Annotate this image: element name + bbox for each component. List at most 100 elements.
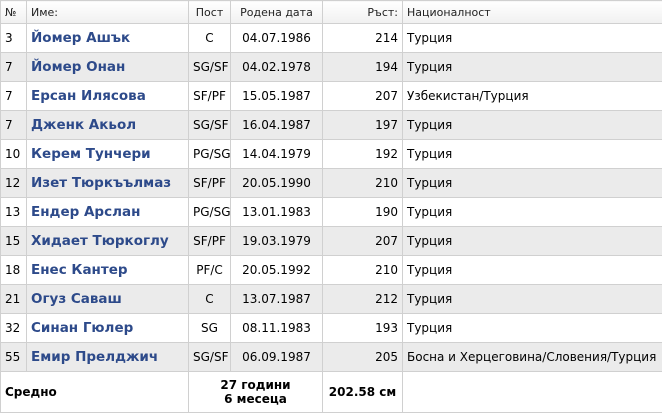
table-row: 12 Изет Тюркъълмаз SF/PF 20.05.1990 210 …: [0, 168, 662, 198]
column-header-nationality: Националност: [402, 0, 662, 24]
table-row: 7 Йомер Онан SG/SF 04.02.1978 194 Турция: [0, 52, 662, 82]
table-row: 13 Ендер Арслан PG/SG 13.01.1983 190 Тур…: [0, 197, 662, 227]
table-row: 32 Синан Гюлер SG 08.11.1983 193 Турция: [0, 313, 662, 343]
player-birthdate: 08.11.1983: [230, 313, 323, 343]
player-number: 7: [0, 81, 27, 111]
player-birthdate: 20.05.1990: [230, 168, 323, 198]
player-birthdate: 04.02.1978: [230, 52, 323, 82]
player-birthdate: 19.03.1979: [230, 226, 323, 256]
player-nationality: Босна и Херцеговина/Словения/Турция: [402, 342, 662, 372]
column-header-position: Пост: [188, 0, 231, 24]
player-height: 207: [322, 81, 403, 111]
player-name[interactable]: Йомер Онан: [26, 52, 189, 82]
player-birthdate: 20.05.1992: [230, 255, 323, 285]
player-name[interactable]: Ерсан Илясова: [26, 81, 189, 111]
player-number: 7: [0, 110, 27, 140]
player-name[interactable]: Ендер Арслан: [26, 197, 189, 227]
player-nationality: Турция: [402, 284, 662, 314]
player-name[interactable]: Дженк Акьол: [26, 110, 189, 140]
table-row: 7 Ерсан Илясова SF/PF 15.05.1987 207 Узб…: [0, 81, 662, 111]
player-height: 205: [322, 342, 403, 372]
player-birthdate: 16.04.1987: [230, 110, 323, 140]
player-position: C: [188, 23, 231, 53]
player-number: 12: [0, 168, 27, 198]
player-birthdate: 13.07.1987: [230, 284, 323, 314]
player-number: 10: [0, 139, 27, 169]
player-name[interactable]: Керем Тунчери: [26, 139, 189, 169]
player-number: 3: [0, 23, 27, 53]
player-number: 13: [0, 197, 27, 227]
player-position: SF/PF: [188, 168, 231, 198]
player-number: 15: [0, 226, 27, 256]
player-height: 192: [322, 139, 403, 169]
player-birthdate: 04.07.1986: [230, 23, 323, 53]
player-height: 214: [322, 23, 403, 53]
table-row: 7 Дженк Акьол SG/SF 16.04.1987 197 Турци…: [0, 110, 662, 140]
roster-body: 3 Йомер Ашък C 04.07.1986 214 Турция 7 Й…: [0, 23, 662, 372]
table-row: 21 Огуз Саваш C 13.07.1987 212 Турция: [0, 284, 662, 314]
player-nationality: Турция: [402, 23, 662, 53]
player-position: SG/SF: [188, 110, 231, 140]
player-position: C: [188, 284, 231, 314]
player-nationality: Турция: [402, 168, 662, 198]
player-position: SF/PF: [188, 226, 231, 256]
average-row: Средно 27 години 6 месеца 202.58 см: [0, 371, 662, 413]
player-height: 197: [322, 110, 403, 140]
player-birthdate: 14.04.1979: [230, 139, 323, 169]
player-nationality: Турция: [402, 255, 662, 285]
player-nationality: Турция: [402, 313, 662, 343]
player-nationality: Турция: [402, 197, 662, 227]
roster-table: № Име: Пост Родена дата Ръст: Национално…: [0, 0, 662, 413]
player-nationality: Турция: [402, 139, 662, 169]
table-row: 18 Енес Кантер PF/C 20.05.1992 210 Турци…: [0, 255, 662, 285]
table-row: 3 Йомер Ашък C 04.07.1986 214 Турция: [0, 23, 662, 53]
player-height: 190: [322, 197, 403, 227]
player-number: 32: [0, 313, 27, 343]
player-position: PG/SG: [188, 197, 231, 227]
player-birthdate: 13.01.1983: [230, 197, 323, 227]
average-label: Средно: [0, 371, 189, 413]
player-height: 212: [322, 284, 403, 314]
player-position: SG/SF: [188, 342, 231, 372]
player-birthdate: 06.09.1987: [230, 342, 323, 372]
player-birthdate: 15.05.1987: [230, 81, 323, 111]
player-height: 210: [322, 168, 403, 198]
player-position: SG: [188, 313, 231, 343]
column-header-name: Име:: [26, 0, 189, 24]
column-header-height: Ръст:: [322, 0, 403, 24]
player-position: PG/SG: [188, 139, 231, 169]
average-age-months: 6 месеца: [224, 392, 287, 406]
table-row: 15 Хидает Тюркоглу SF/PF 19.03.1979 207 …: [0, 226, 662, 256]
player-number: 21: [0, 284, 27, 314]
player-name[interactable]: Енес Кантер: [26, 255, 189, 285]
average-age-years: 27 години: [220, 378, 291, 392]
average-nationality-empty: [402, 371, 662, 413]
player-name[interactable]: Хидает Тюркоглу: [26, 226, 189, 256]
player-height: 210: [322, 255, 403, 285]
player-position: SF/PF: [188, 81, 231, 111]
column-header-number: №: [0, 0, 27, 24]
player-position: SG/SF: [188, 52, 231, 82]
player-nationality: Узбекистан/Турция: [402, 81, 662, 111]
average-height: 202.58 см: [322, 371, 403, 413]
player-name[interactable]: Синан Гюлер: [26, 313, 189, 343]
table-row: 55 Емир Прелджич SG/SF 06.09.1987 205 Бо…: [0, 342, 662, 372]
player-position: PF/C: [188, 255, 231, 285]
player-name[interactable]: Огуз Саваш: [26, 284, 189, 314]
average-age: 27 години 6 месеца: [188, 371, 323, 413]
player-nationality: Турция: [402, 110, 662, 140]
column-header-birthdate: Родена дата: [230, 0, 323, 24]
player-name[interactable]: Йомер Ашък: [26, 23, 189, 53]
player-name[interactable]: Изет Тюркъълмаз: [26, 168, 189, 198]
player-height: 193: [322, 313, 403, 343]
player-name[interactable]: Емир Прелджич: [26, 342, 189, 372]
player-number: 7: [0, 52, 27, 82]
table-row: 10 Керем Тунчери PG/SG 14.04.1979 192 Ту…: [0, 139, 662, 169]
header-row: № Име: Пост Родена дата Ръст: Национално…: [0, 0, 662, 24]
player-nationality: Турция: [402, 226, 662, 256]
player-height: 194: [322, 52, 403, 82]
player-height: 207: [322, 226, 403, 256]
player-nationality: Турция: [402, 52, 662, 82]
player-number: 55: [0, 342, 27, 372]
player-number: 18: [0, 255, 27, 285]
